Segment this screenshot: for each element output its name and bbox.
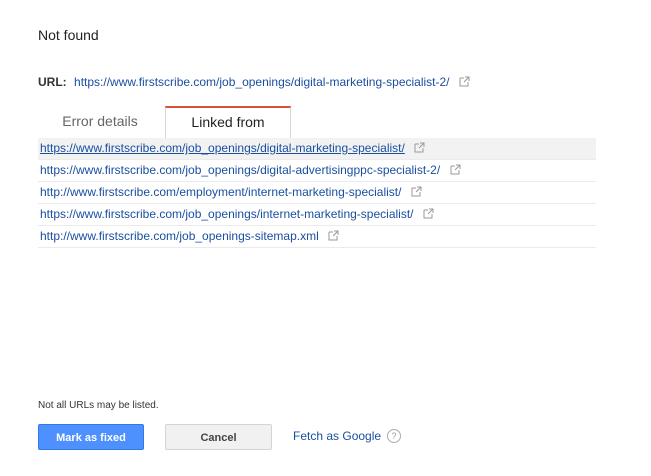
linked-url-link[interactable]: https://www.firstscribe.com/job_openings…: [40, 163, 440, 177]
mark-as-fixed-button[interactable]: Mark as fixed: [38, 424, 144, 450]
external-link-icon[interactable]: [411, 186, 422, 197]
url-link[interactable]: https://www.firstscribe.com/job_openings…: [74, 75, 450, 89]
list-item: https://www.firstscribe.com/job_openings…: [38, 138, 596, 160]
list-item: https://www.firstscribe.com/job_openings…: [38, 204, 596, 226]
cancel-button[interactable]: Cancel: [165, 424, 272, 450]
linked-url-link[interactable]: http://www.firstscribe.com/job_openings-…: [40, 229, 319, 243]
url-label: URL:: [38, 75, 67, 89]
tab-linked-from[interactable]: Linked from: [165, 106, 291, 139]
list-item: https://www.firstscribe.com/job_openings…: [38, 160, 596, 182]
list-item: http://www.firstscribe.com/job_openings-…: [38, 226, 596, 248]
fetch-as-google: Fetch as Google?: [293, 428, 402, 444]
external-link-icon[interactable]: [423, 208, 434, 219]
linked-from-list: https://www.firstscribe.com/job_openings…: [38, 138, 596, 248]
external-link-icon[interactable]: [450, 164, 461, 175]
tab-error-details[interactable]: Error details: [38, 106, 162, 137]
external-link-icon[interactable]: [414, 142, 425, 153]
fetch-as-google-link[interactable]: Fetch as Google: [293, 429, 381, 443]
list-item: http://www.firstscribe.com/employment/in…: [38, 182, 596, 204]
external-link-icon[interactable]: [459, 76, 470, 87]
linked-url-link[interactable]: https://www.firstscribe.com/job_openings…: [40, 207, 414, 221]
page-title: Not found: [38, 27, 99, 43]
urls-note: Not all URLs may be listed.: [38, 400, 159, 411]
url-line: URL: https://www.firstscribe.com/job_ope…: [38, 75, 470, 89]
linked-url-link[interactable]: http://www.firstscribe.com/employment/in…: [40, 185, 401, 199]
help-icon[interactable]: ?: [387, 428, 402, 443]
external-link-icon[interactable]: [328, 230, 339, 241]
tab-bar: Error details Linked from: [38, 106, 596, 139]
linked-url-link[interactable]: https://www.firstscribe.com/job_openings…: [40, 141, 405, 155]
